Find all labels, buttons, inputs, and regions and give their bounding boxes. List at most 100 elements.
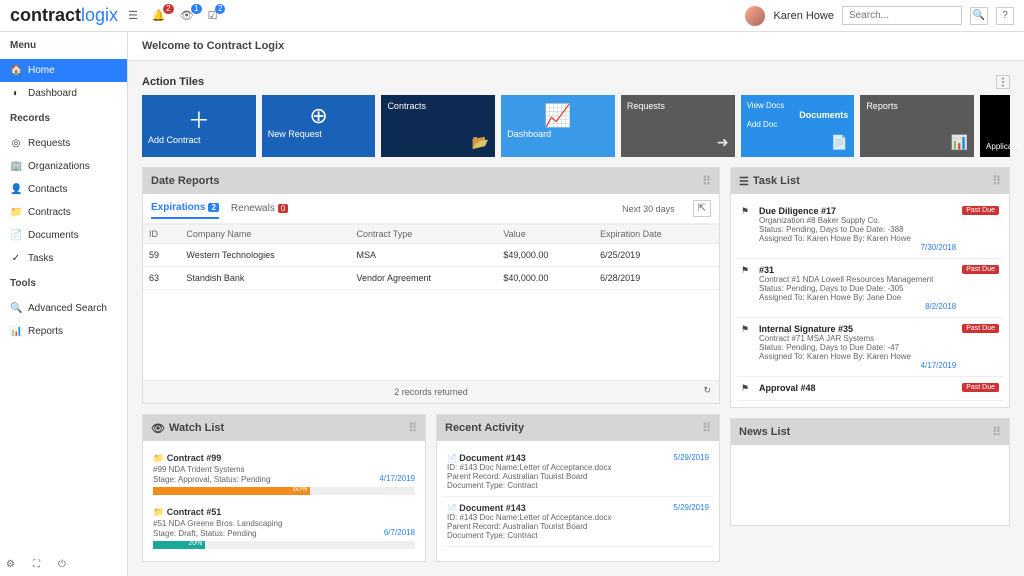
tile-add-contract[interactable]: ＋Add Contract: [142, 95, 256, 157]
sidebar-item-organizations[interactable]: 🏢Organizations: [0, 155, 127, 178]
tools-heading: Tools: [0, 270, 127, 297]
user-name[interactable]: Karen Howe: [773, 10, 834, 22]
tab-expirations[interactable]: Expirations2: [151, 198, 219, 219]
tile-reports[interactable]: Reports📊: [860, 95, 974, 157]
refresh-icon[interactable]: ↻: [703, 385, 711, 396]
records-heading: Records: [0, 105, 127, 132]
drag-icon[interactable]: ⠿: [408, 421, 417, 435]
drag-icon[interactable]: ⠿: [702, 421, 711, 435]
logo: contractlogix: [10, 5, 118, 26]
expand-icon[interactable]: ⛶: [33, 559, 40, 570]
sidebar-item-tasks[interactable]: ✓Tasks: [0, 247, 127, 270]
task-item[interactable]: ⚑Due Diligence #17Organization #8 Baker …: [737, 200, 1003, 259]
sidebar: Menu 🏠Home ◐Dashboard Records ◎Requests …: [0, 32, 128, 576]
gear-icon[interactable]: ⚙: [6, 559, 15, 570]
pastdue-badge: Past Due: [962, 265, 999, 274]
pastdue-badge: Past Due: [962, 206, 999, 215]
person-icon: 👤: [10, 184, 22, 195]
watch-list-panel: 👁Watch List⠿ 📁 Contract #99#99 NDA Tride…: [142, 414, 426, 562]
building-icon: 🏢: [10, 161, 22, 172]
folder-icon: 📁: [153, 453, 164, 463]
sidebar-item-contacts[interactable]: 👤Contacts: [0, 178, 127, 201]
task-item[interactable]: ⚑#31Contract #1 NDA Lowell Resources Man…: [737, 259, 1003, 318]
checklist-icon[interactable]: ☑2: [208, 9, 218, 22]
watch-item[interactable]: 📁 Contract #51#51 NDA Greene Bros. Lands…: [149, 501, 419, 555]
menu-icon[interactable]: ☰: [128, 9, 138, 22]
doc-icon: 📄: [831, 134, 848, 151]
arrow-circle-icon: ➜: [717, 134, 729, 151]
sidebar-item-documents[interactable]: 📄Documents: [0, 224, 127, 247]
sidebar-item-home[interactable]: 🏠Home: [0, 59, 127, 82]
export-button[interactable]: ⇱: [693, 200, 711, 217]
pastdue-badge: Past Due: [962, 383, 999, 392]
search-button[interactable]: 🔍: [970, 7, 988, 25]
power-icon[interactable]: ⏻: [58, 559, 66, 570]
graph-icon: 📈: [507, 103, 609, 129]
menu-heading: Menu: [0, 32, 127, 59]
home-icon: 🏠: [10, 65, 22, 76]
bell-icon[interactable]: 🔔2: [152, 9, 166, 22]
tiles-more-button[interactable]: ⋮: [996, 75, 1010, 89]
tile-new-request[interactable]: ⊕New Request: [262, 95, 376, 157]
records-footer: 2 records returned↻: [143, 380, 719, 403]
panel-title: Date Reports: [151, 175, 219, 187]
gauge-icon: ◐: [10, 88, 22, 99]
sidebar-item-reports[interactable]: 📊Reports: [0, 320, 127, 343]
recent-activity-panel: Recent Activity⠿ 📄 Document #1435/29/201…: [436, 414, 720, 562]
tile-contracts[interactable]: Contracts📂: [381, 95, 495, 157]
topbar: contractlogix ☰ 🔔2 👁1 ☑2 Karen Howe 🔍 ?: [0, 0, 1024, 32]
flag-icon: ⚑: [741, 265, 753, 311]
watch-item[interactable]: 📁 Contract #99#99 NDA Trident SystemsSta…: [149, 447, 419, 501]
tile-requests[interactable]: Requests➜: [621, 95, 735, 157]
drag-icon[interactable]: ⠿: [992, 174, 1001, 188]
task-item[interactable]: ⚑Internal Signature #35Contract #71 MSA …: [737, 318, 1003, 377]
plus-circle-icon: ⊕: [268, 103, 370, 129]
date-range: Next 30 days: [622, 204, 675, 214]
folder-open-icon: 📂: [472, 134, 489, 151]
news-list-panel: News List⠿: [730, 418, 1010, 526]
task-list-panel: ☰Task List⠿ ⚑Due Diligence #17Organizati…: [730, 167, 1010, 408]
tiles-heading: Action Tiles⋮: [142, 69, 1010, 95]
search-input[interactable]: [842, 6, 962, 25]
help-icon[interactable]: ?: [996, 7, 1014, 25]
chart-icon: 📊: [10, 326, 22, 337]
tab-renewals[interactable]: Renewals0: [231, 199, 288, 218]
sidebar-item-dashboard[interactable]: ◐Dashboard: [0, 82, 127, 105]
tile-app[interactable]: Applicatio: [980, 95, 1010, 157]
drag-icon[interactable]: ⠿: [702, 174, 711, 188]
date-reports-table: ID Company Name Contract Type Value Expi…: [143, 224, 719, 290]
flag-icon: ⚑: [741, 324, 753, 370]
folder-icon: 📁: [153, 507, 164, 517]
file-icon: 📄: [447, 454, 457, 463]
recent-item[interactable]: 📄 Document #1435/29/2019ID: #143 Doc Nam…: [443, 497, 713, 547]
list-icon: ☰: [739, 175, 749, 188]
drag-icon[interactable]: ⠿: [992, 425, 1001, 439]
sidebar-item-contracts[interactable]: 📁Contracts: [0, 201, 127, 224]
date-reports-panel: Date Reports ⠿ Expirations2 Renewals0 Nex…: [142, 167, 720, 404]
flag-icon: ⚑: [741, 206, 753, 252]
bars-icon: 📊: [951, 134, 968, 151]
file-icon: 📄: [10, 230, 22, 241]
pastdue-badge: Past Due: [962, 324, 999, 333]
action-tiles: ＋Add Contract ⊕New Request Contracts📂 📈D…: [142, 95, 1010, 157]
file-icon: 📄: [447, 504, 457, 513]
main: Welcome to Contract Logix Action Tiles⋮ …: [128, 32, 1024, 576]
sidebar-item-advsearch[interactable]: 🔍Advanced Search: [0, 297, 127, 320]
recent-item[interactable]: 📄 Document #1435/29/2019ID: #143 Doc Nam…: [443, 447, 713, 497]
eye-icon[interactable]: 👁1: [180, 9, 194, 22]
avatar[interactable]: [745, 6, 765, 26]
target-icon: ◎: [10, 138, 22, 149]
eye-icon: 👁: [151, 422, 165, 435]
table-row[interactable]: 59Western TechnologiesMSA$49,000.006/25/…: [143, 244, 719, 267]
tile-dashboard[interactable]: 📈Dashboard: [501, 95, 615, 157]
table-row[interactable]: 63Standish BankVendor Agreement$40,000.0…: [143, 267, 719, 290]
check-icon: ✓: [10, 253, 22, 264]
task-item[interactable]: ⚑Approval #48Past Due: [737, 377, 1003, 401]
folder-icon: 📁: [10, 207, 22, 218]
welcome-bar: Welcome to Contract Logix: [128, 32, 1024, 61]
plus-icon: ＋: [148, 103, 250, 135]
tile-documents[interactable]: View DocsDocumentsAdd Doc📄: [741, 95, 855, 157]
flag-icon: ⚑: [741, 383, 753, 394]
sidebar-item-requests[interactable]: ◎Requests: [0, 132, 127, 155]
search-icon: 🔍: [10, 303, 22, 314]
